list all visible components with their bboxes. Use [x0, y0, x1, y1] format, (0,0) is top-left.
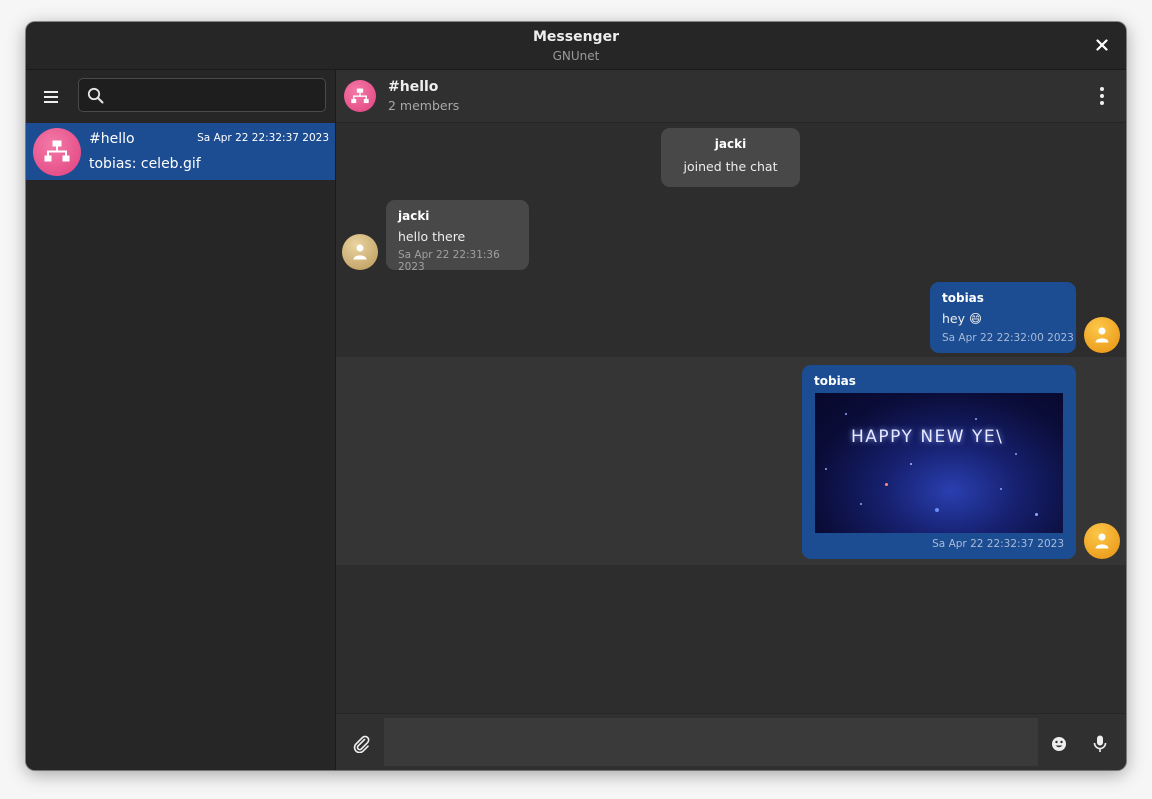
sender-avatar-tobias[interactable]: [1084, 317, 1120, 353]
close-icon: [1096, 39, 1108, 51]
message-bubble: jacki hello there Sa Apr 22 22:31:36 202…: [386, 200, 529, 273]
gif-caption-text: HAPPY NEW YE\: [851, 427, 1004, 447]
message-bubble: tobias hey 😄 Sa Apr 22 22:32:00 2023: [930, 282, 1076, 353]
emoji-icon: [1052, 737, 1066, 751]
person-icon: [1095, 327, 1109, 343]
message-sender: tobias: [814, 374, 856, 388]
message-sender: tobias: [942, 291, 984, 305]
image-message-bubble: tobias HAPPY NEW YE\ Sa Apr 22 22:32:37 …: [802, 365, 1076, 559]
sidebar: #hello Sa Apr 22 22:32:37 2023 tobias: c…: [26, 70, 336, 770]
voice-message-button[interactable]: [1088, 732, 1112, 756]
chat-header: #hello 2 members: [336, 70, 1126, 123]
search-icon: [87, 87, 104, 104]
message-composer: [336, 713, 1126, 770]
menu-button[interactable]: [38, 84, 64, 110]
group-network-icon: [44, 140, 70, 162]
message-sender: jacki: [714, 137, 747, 151]
messenger-window: Messenger GNUnet #hello Sa Apr 22 22:32:…: [26, 22, 1126, 770]
search-box[interactable]: [78, 78, 326, 113]
message-text: hello there: [398, 229, 466, 244]
paperclip-icon: [353, 735, 370, 753]
attach-file-button[interactable]: [350, 732, 374, 756]
kebab-menu-icon: [1100, 87, 1104, 105]
message-timestamp: Sa Apr 22 22:32:00 2023: [942, 332, 1074, 344]
message-timestamp: Sa Apr 22 22:32:37 2023: [932, 538, 1064, 550]
emoji-button[interactable]: [1047, 732, 1071, 756]
person-icon: [353, 244, 367, 260]
sender-avatar-jacki[interactable]: [342, 234, 378, 270]
chat-options-button[interactable]: [1092, 84, 1112, 108]
close-button[interactable]: [1092, 35, 1112, 55]
window-title: Messenger: [533, 29, 619, 45]
chat-list-item-hello[interactable]: #hello Sa Apr 22 22:32:37 2023 tobias: c…: [26, 123, 335, 180]
group-network-icon: [351, 88, 369, 103]
message-text: hey 😄: [942, 311, 983, 326]
microphone-icon: [1093, 735, 1107, 752]
gif-image[interactable]: HAPPY NEW YE\: [815, 393, 1063, 533]
message-input[interactable]: [384, 718, 1038, 766]
event-bubble: jacki joined the chat: [661, 128, 800, 187]
sidebar-header: [26, 70, 335, 122]
message-timestamp: Sa Apr 22 22:31:36 2023: [398, 249, 500, 273]
title-bar: Messenger GNUnet: [26, 22, 1126, 70]
chat-view: #hello 2 members jacki joined the chat j…: [336, 70, 1126, 770]
chat-item-preview: tobias: celeb.gif: [89, 156, 201, 172]
hamburger-menu-icon: [44, 91, 58, 103]
chat-item-timestamp: Sa Apr 22 22:32:37 2023: [197, 132, 329, 144]
chat-title: #hello: [388, 79, 439, 95]
chat-header-avatar[interactable]: [344, 80, 376, 112]
sender-avatar-tobias[interactable]: [1084, 523, 1120, 559]
chat-item-name: #hello: [89, 131, 135, 147]
chat-avatar: [33, 128, 81, 176]
message-sender: jacki: [398, 209, 430, 223]
search-input[interactable]: [113, 79, 322, 113]
person-icon: [1095, 533, 1109, 549]
window-subtitle: GNUnet: [552, 49, 600, 63]
chat-member-count: 2 members: [388, 98, 460, 113]
message-text: joined the chat: [683, 159, 778, 174]
